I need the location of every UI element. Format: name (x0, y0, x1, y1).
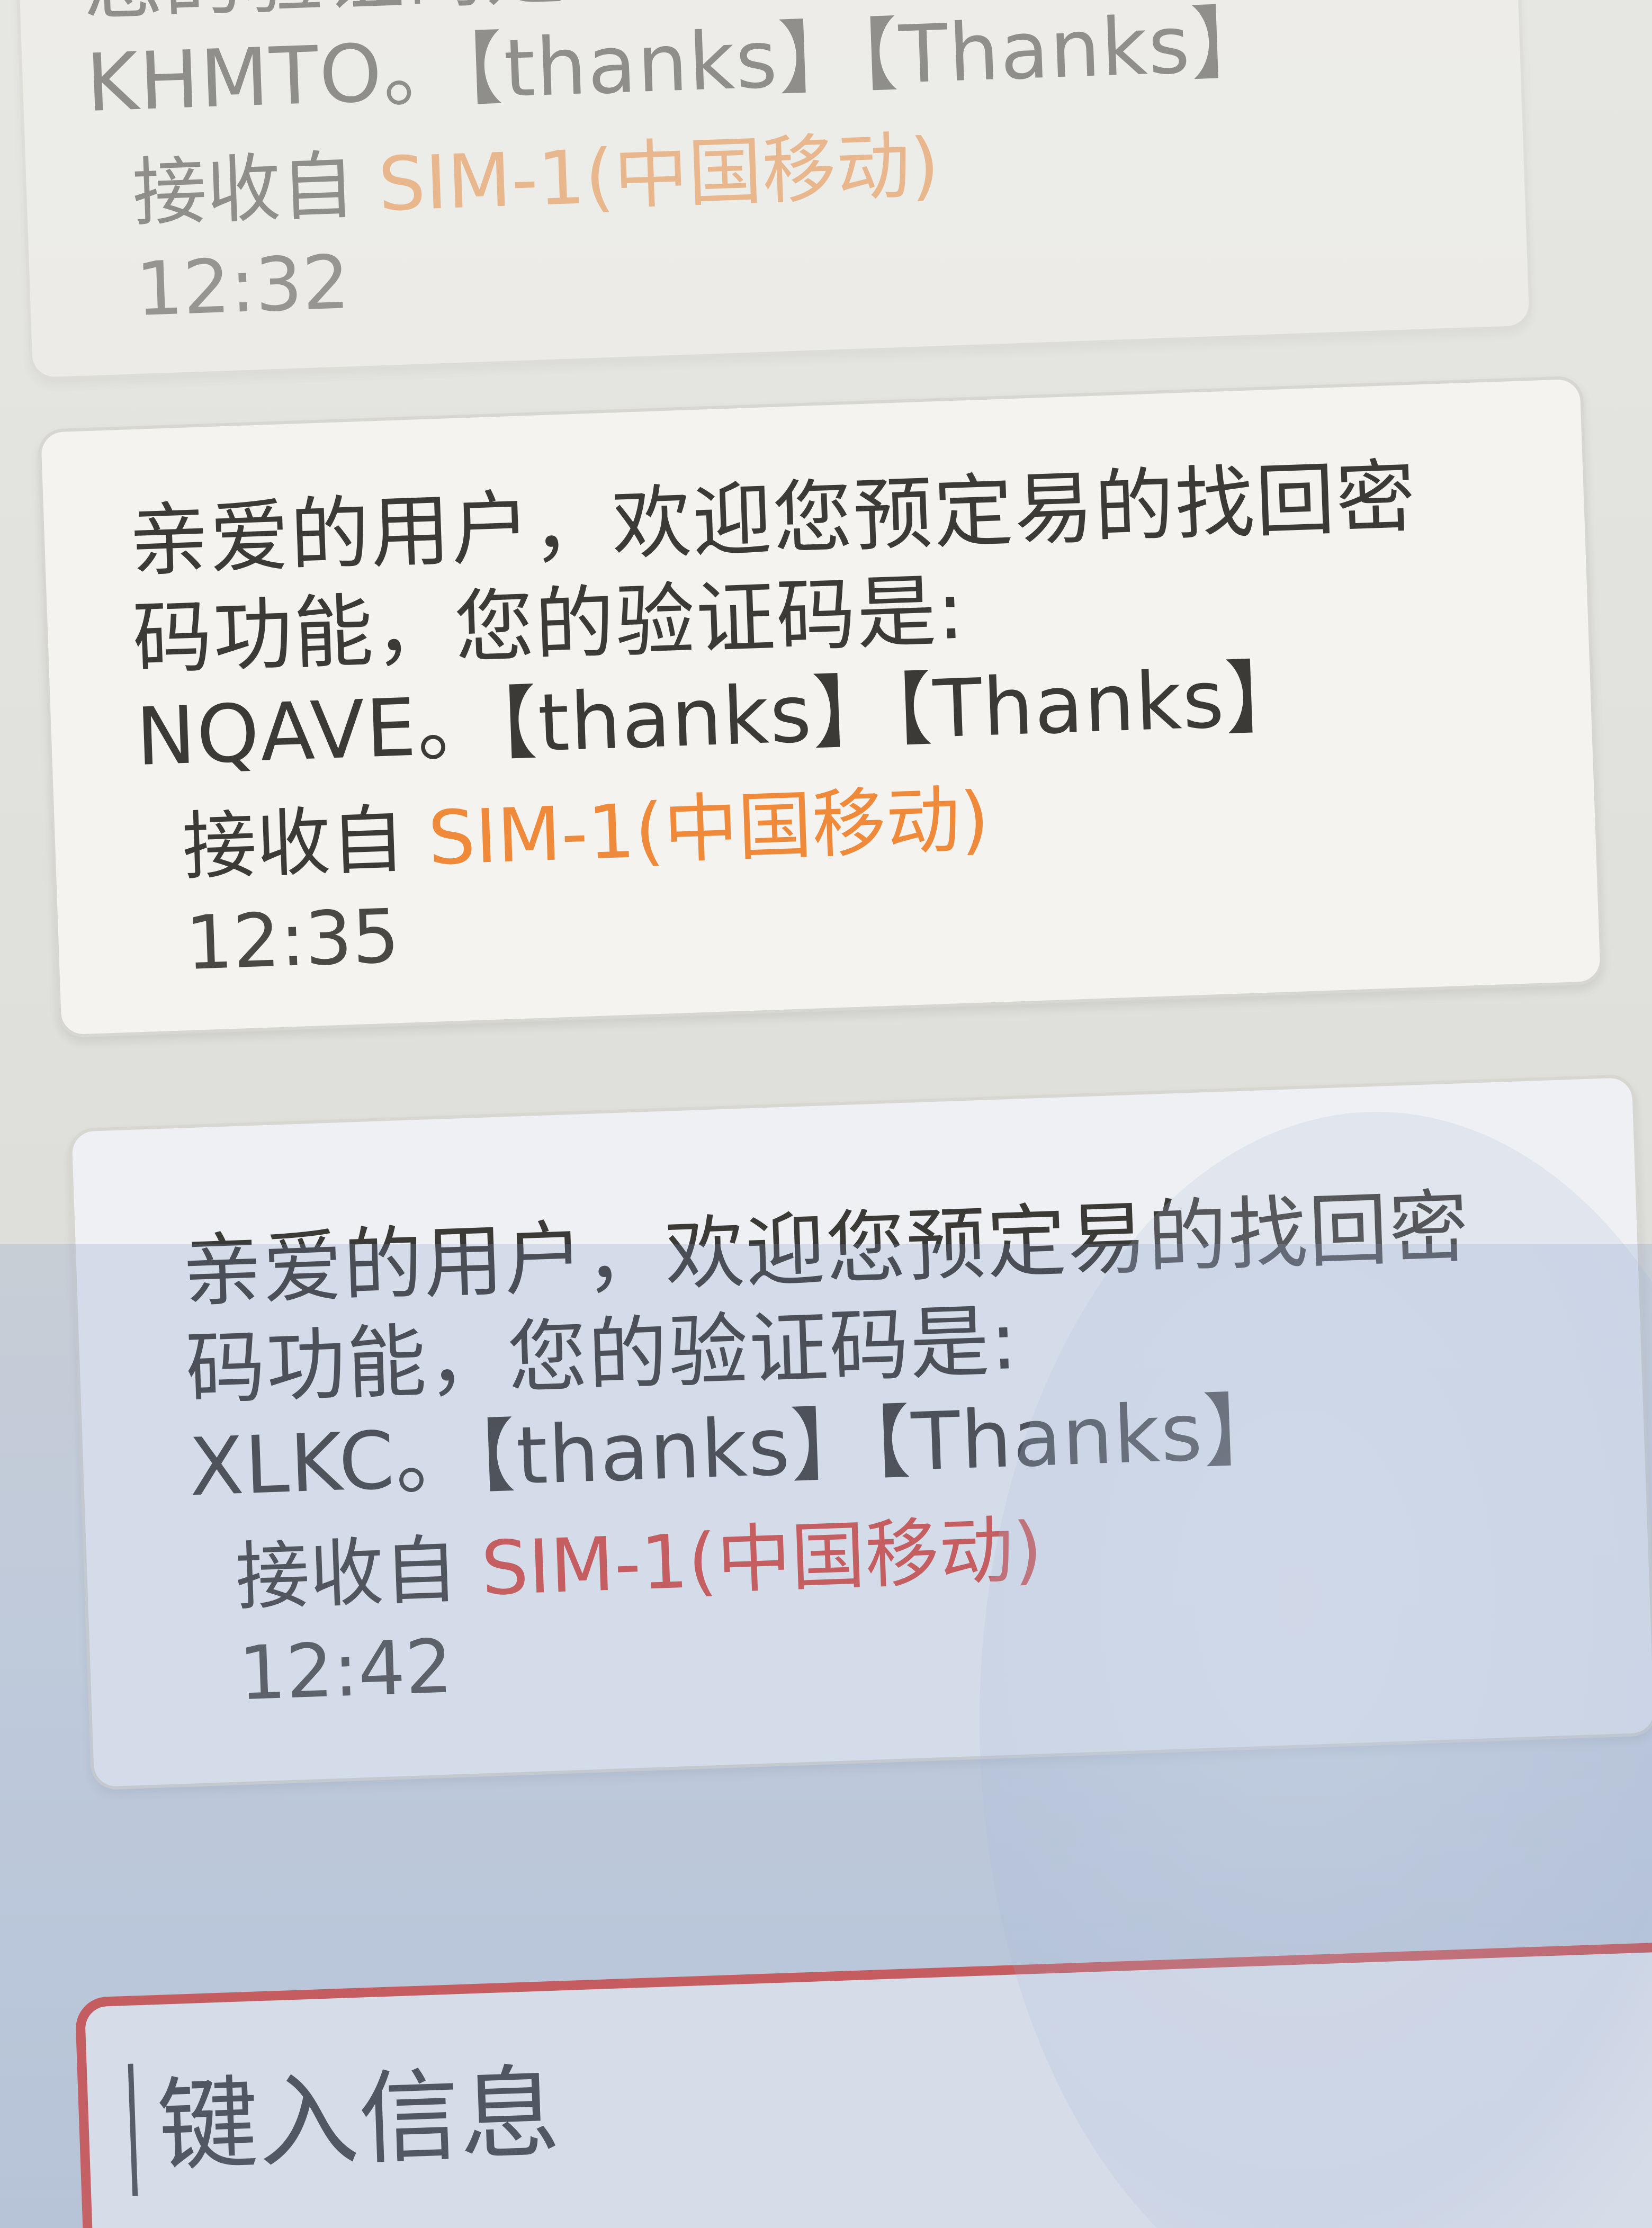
bubble-tail (37, 955, 69, 994)
message-bubble[interactable]: 亲爱的用户，欢迎您预定易的找回密 码功能，您的验证码是: XLKC。【thank… (68, 1074, 1652, 1791)
message-text: 亲爱的用户，欢迎您预定易的找回密 码功能，您的验证码是: XLKC。【thank… (181, 1181, 1471, 1514)
sim-label: SIM-1(中国移动) (480, 1506, 1044, 1613)
messaging-screen: 您的验证码是: KHMTO。【thanks】【Thanks】 接收自 SIM-1… (0, 0, 1652, 2228)
received-from-label: 接收自 (131, 142, 356, 237)
compose-bar (75, 1941, 1652, 2228)
message-text: 亲爱的用户，欢迎您预定易的找回密 码功能，您的验证码是: NQAVE。【than… (128, 451, 1418, 784)
message-input[interactable] (123, 2014, 1557, 2191)
message-bubble[interactable]: 您的验证码是: KHMTO。【thanks】【Thanks】 接收自 SIM-1… (13, 0, 1533, 381)
message-bubble[interactable]: 亲爱的用户，欢迎您预定易的找回密 码功能，您的验证码是: NQAVE。【than… (37, 375, 1604, 1038)
received-from-label: 接收自 (181, 796, 407, 891)
sim-label: SIM-1(中国移动) (426, 776, 991, 882)
received-from-label: 接收自 (234, 1526, 460, 1621)
sim-label: SIM-1(中国移动) (376, 122, 941, 229)
bubble-tail (68, 1707, 102, 1746)
